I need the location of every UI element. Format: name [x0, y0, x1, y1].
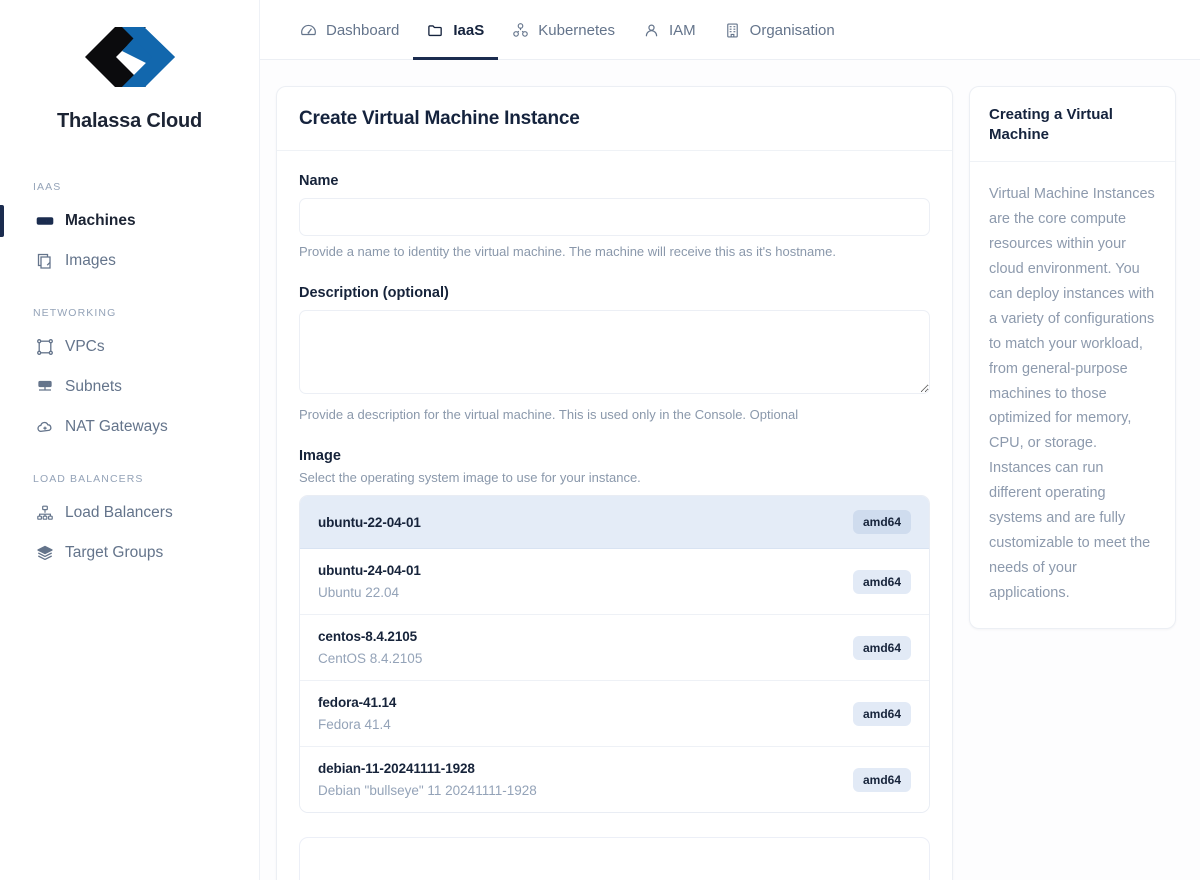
status-badge: amd64 [853, 768, 911, 792]
help-panel-text: Virtual Machine Instances are the core c… [989, 182, 1156, 606]
main-area: Dashboard IaaS [260, 0, 1200, 880]
sidebar: Thalassa Cloud IAAS Machines [0, 0, 260, 880]
image-name: ubuntu-24-04-01 [318, 563, 421, 578]
tab-label: Kubernetes [538, 22, 615, 39]
create-vm-card: Create Virtual Machine Instance Name Pro… [276, 86, 953, 880]
next-section-placeholder [299, 837, 930, 880]
sidebar-item-load-balancers[interactable]: Load Balancers [0, 493, 259, 533]
folder-icon [427, 22, 444, 39]
thalassa-cloud-logo [84, 26, 176, 88]
description-textarea[interactable] [299, 310, 930, 394]
list-item[interactable]: fedora-41.14 Fedora 41.4 amd64 [300, 681, 929, 747]
help-panel-body: Virtual Machine Instances are the core c… [970, 162, 1175, 628]
description-label: Description (optional) [299, 285, 930, 301]
image-label: Image [299, 448, 930, 464]
form-column: Create Virtual Machine Instance Name Pro… [276, 86, 953, 880]
top-navigation: Dashboard IaaS [260, 0, 1200, 60]
server-icon [36, 212, 54, 230]
sidebar-item-images[interactable]: Images [0, 241, 259, 281]
image-help-text: Select the operating system image to use… [299, 470, 930, 485]
image-meta: debian-11-20241111-1928 Debian "bullseye… [318, 761, 537, 798]
image-description: Ubuntu 22.04 [318, 585, 421, 600]
tab-iaas[interactable]: IaaS [413, 0, 498, 60]
user-icon [643, 22, 660, 39]
name-label: Name [299, 173, 930, 189]
status-badge: amd64 [853, 702, 911, 726]
page-content: Create Virtual Machine Instance Name Pro… [260, 60, 1200, 880]
list-item[interactable]: ubuntu-22-04-01 amd64 [300, 496, 929, 549]
tab-label: IAM [669, 22, 696, 39]
sidebar-item-label: Machines [65, 212, 136, 230]
list-item[interactable]: centos-8.4.2105 CentOS 8.4.2105 amd64 [300, 615, 929, 681]
nav-group-iaas: IAAS Machines [0, 181, 259, 281]
page-title: Create Virtual Machine Instance [299, 108, 930, 130]
nav-group-networking: NETWORKING VPCs [0, 307, 259, 447]
list-item[interactable]: debian-11-20241111-1928 Debian "bullseye… [300, 747, 929, 812]
card-header: Create Virtual Machine Instance [277, 87, 952, 151]
nav-section-label-networking: NETWORKING [0, 307, 259, 319]
image-description: CentOS 8.4.2105 [318, 651, 422, 666]
gauge-icon [300, 22, 317, 39]
image-description: Fedora 41.4 [318, 717, 396, 732]
image-name: fedora-41.14 [318, 695, 396, 710]
sidebar-item-vpcs[interactable]: VPCs [0, 327, 259, 367]
image-meta: ubuntu-22-04-01 [318, 515, 421, 530]
brand-name: Thalassa Cloud [0, 110, 259, 133]
image-option-list: ubuntu-22-04-01 amd64 ubuntu-24-04-01 Ub… [299, 495, 930, 813]
tab-label: Dashboard [326, 22, 399, 39]
aside-column: Creating a Virtual Machine Virtual Machi… [969, 86, 1176, 880]
network-tree-icon [36, 504, 54, 522]
name-input[interactable] [299, 198, 930, 236]
layers-icon [36, 544, 54, 562]
name-help-text: Provide a name to identity the virtual m… [299, 243, 930, 261]
description-field: Description (optional) Provide a descrip… [299, 285, 930, 424]
help-panel: Creating a Virtual Machine Virtual Machi… [969, 86, 1176, 629]
image-name: ubuntu-22-04-01 [318, 515, 421, 530]
tab-kubernetes[interactable]: Kubernetes [498, 0, 629, 60]
sidebar-item-nat-gateways[interactable]: NAT Gateways [0, 407, 259, 447]
list-item[interactable]: ubuntu-24-04-01 Ubuntu 22.04 amd64 [300, 549, 929, 615]
nav-section-label-iaas: IAAS [0, 181, 259, 193]
sidebar-item-label: Load Balancers [65, 504, 173, 522]
nav-group-load-balancers: LOAD BALANCERS Load Balancers [0, 473, 259, 573]
building-icon [724, 22, 741, 39]
sidebar-item-label: VPCs [65, 338, 105, 356]
tab-dashboard[interactable]: Dashboard [286, 0, 413, 60]
nav-section-label-load-balancers: LOAD BALANCERS [0, 473, 259, 485]
bounding-box-icon [36, 338, 54, 356]
sidebar-item-machines[interactable]: Machines [0, 201, 259, 241]
sidebar-item-label: Subnets [65, 378, 122, 396]
status-badge: amd64 [853, 510, 911, 534]
tab-label: IaaS [453, 22, 484, 39]
sidebar-item-subnets[interactable]: Subnets [0, 367, 259, 407]
image-meta: fedora-41.14 Fedora 41.4 [318, 695, 396, 732]
image-meta: centos-8.4.2105 CentOS 8.4.2105 [318, 629, 422, 666]
cloud-plus-icon [36, 418, 54, 436]
tab-iam[interactable]: IAM [629, 0, 710, 60]
brand: Thalassa Cloud [0, 0, 259, 133]
sidebar-item-target-groups[interactable]: Target Groups [0, 533, 259, 573]
image-name: debian-11-20241111-1928 [318, 761, 537, 776]
description-help-text: Provide a description for the virtual ma… [299, 406, 930, 424]
kubernetes-icon [512, 22, 529, 39]
status-badge: amd64 [853, 636, 911, 660]
sidebar-item-label: NAT Gateways [65, 418, 168, 436]
image-field: Image Select the operating system image … [299, 448, 930, 813]
documents-icon [36, 252, 54, 270]
help-panel-title: Creating a Virtual Machine [989, 105, 1156, 144]
sidebar-item-label: Images [65, 252, 116, 270]
card-body: Name Provide a name to identity the virt… [277, 151, 952, 880]
help-panel-header: Creating a Virtual Machine [970, 87, 1175, 162]
image-name: centos-8.4.2105 [318, 629, 422, 644]
image-meta: ubuntu-24-04-01 Ubuntu 22.04 [318, 563, 421, 600]
sidebar-item-label: Target Groups [65, 544, 163, 562]
status-badge: amd64 [853, 570, 911, 594]
sidebar-nav: IAAS Machines [0, 181, 259, 573]
tab-label: Organisation [750, 22, 835, 39]
image-description: Debian "bullseye" 11 20241111-1928 [318, 783, 537, 798]
tab-organisation[interactable]: Organisation [710, 0, 849, 60]
subnet-icon [36, 378, 54, 396]
app-root: Thalassa Cloud IAAS Machines [0, 0, 1200, 880]
